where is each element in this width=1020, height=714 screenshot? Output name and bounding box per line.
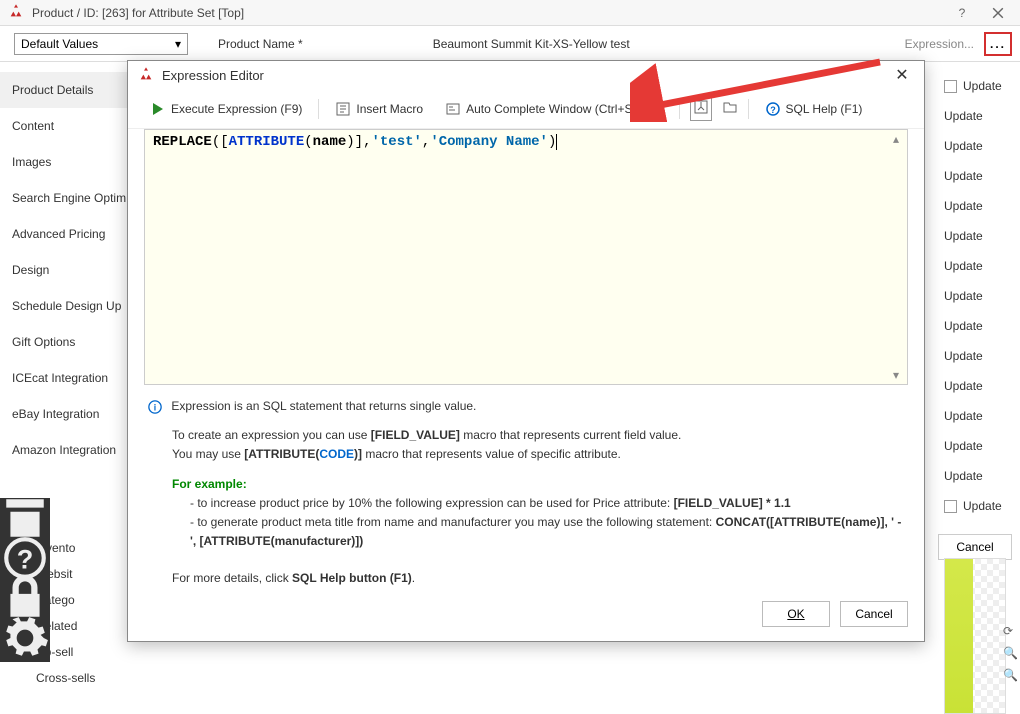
dialog-title: Expression Editor <box>162 68 882 83</box>
close-button[interactable] <box>984 3 1012 23</box>
sidebar-item-images[interactable]: Images <box>0 144 129 180</box>
scroll-down-icon[interactable]: ▾ <box>893 368 905 382</box>
separator <box>318 99 319 119</box>
top-row: Default Values ▾ Product Name * Beaumont… <box>0 26 1020 62</box>
sidebar-item-seo[interactable]: Search Engine Optim <box>0 180 129 216</box>
auto-complete-button[interactable]: Auto Complete Window (Ctrl+Space) <box>439 97 668 121</box>
update-row[interactable]: Update <box>938 132 1012 160</box>
checkbox[interactable] <box>944 80 957 93</box>
cancel-button[interactable]: Cancel <box>938 534 1012 560</box>
help-button[interactable]: ? <box>948 3 976 23</box>
dropdown-label: Default Values <box>21 37 98 51</box>
app-logo-icon <box>8 3 24 22</box>
help-text: i Expression is an SQL statement that re… <box>128 385 924 589</box>
svg-text:i: i <box>154 402 156 412</box>
window-title: Product / ID: [263] for Attribute Set [T… <box>32 6 940 20</box>
update-row[interactable]: Update <box>938 282 1012 310</box>
separator <box>679 99 680 119</box>
update-column: Update Update Update Update Update Updat… <box>938 72 1012 560</box>
sidebar-item-advanced-pricing[interactable]: Advanced Pricing <box>0 216 129 252</box>
insert-macro-button[interactable]: Insert Macro <box>329 97 429 121</box>
dialog-titlebar: Expression Editor ✕ <box>128 61 924 89</box>
editor-line: REPLACE([ATTRIBUTE(name)],'test','Compan… <box>145 130 907 154</box>
expression-placeholder: Expression... <box>905 37 974 51</box>
info-icon: i <box>148 400 162 414</box>
sidebar-item-ebay[interactable]: eBay Integration <box>0 396 129 432</box>
left-rail: ? <box>0 498 50 662</box>
update-row[interactable]: Update <box>938 312 1012 340</box>
zoom-tools: ⟳ 🔍 🔍 <box>1003 624 1018 682</box>
sidebar-item-content[interactable]: Content <box>0 108 129 144</box>
cancel-button[interactable]: Cancel <box>840 601 908 627</box>
tab-crosssell[interactable]: Cross-sells <box>36 669 95 687</box>
update-row[interactable]: Update <box>938 492 1012 520</box>
product-thumbnail <box>944 558 1006 714</box>
expression-editor-dialog: Expression Editor ✕ Execute Expression (… <box>127 60 925 642</box>
values-dropdown[interactable]: Default Values ▾ <box>14 33 188 55</box>
zoom-out-icon[interactable]: 🔍 <box>1003 668 1018 682</box>
update-row[interactable]: Update <box>938 462 1012 490</box>
product-image <box>945 559 973 713</box>
execute-button[interactable]: Execute Expression (F9) <box>144 97 308 121</box>
app-logo-icon <box>138 66 154 85</box>
update-row[interactable]: Update <box>938 372 1012 400</box>
chevron-down-icon: ▾ <box>175 37 181 51</box>
rotate-icon[interactable]: ⟳ <box>1003 624 1018 638</box>
help-icon[interactable]: ? <box>0 538 50 578</box>
svg-text:?: ? <box>17 543 34 574</box>
close-icon[interactable]: ✕ <box>890 63 914 87</box>
open-folder-icon[interactable] <box>722 99 738 118</box>
product-name-value: Beaumont Summit Kit-XS-Yellow test <box>433 37 905 51</box>
dialog-toolbar: Execute Expression (F9) Insert Macro Aut… <box>128 89 924 129</box>
help-icon: ? <box>765 101 781 117</box>
update-row[interactable]: Update <box>938 252 1012 280</box>
expression-editor[interactable]: REPLACE([ATTRIBUTE(name)],'test','Compan… <box>144 129 908 385</box>
update-row[interactable]: Update <box>938 162 1012 190</box>
expression-open-button[interactable]: ... <box>984 32 1012 56</box>
update-row[interactable]: Update <box>938 222 1012 250</box>
zoom-in-icon[interactable]: 🔍 <box>1003 646 1018 660</box>
update-row[interactable]: Update <box>938 402 1012 430</box>
dialog-buttons: OK Cancel <box>762 601 908 627</box>
play-icon <box>150 101 166 117</box>
update-row[interactable]: Update <box>938 432 1012 460</box>
update-row[interactable]: Update <box>938 102 1012 130</box>
sidebar-item-icecat[interactable]: ICEcat Integration <box>0 360 129 396</box>
product-name-label: Product Name * <box>218 37 303 51</box>
sidebar-item-schedule-design[interactable]: Schedule Design Up <box>0 288 129 324</box>
macro-icon <box>335 101 351 117</box>
archive-icon[interactable] <box>0 498 50 538</box>
sql-help-button[interactable]: ? SQL Help (F1) <box>759 97 869 121</box>
sidebar-item-amazon[interactable]: Amazon Integration <box>0 432 129 468</box>
ok-button[interactable]: OK <box>762 601 830 627</box>
svg-text:?: ? <box>770 105 776 115</box>
save-expression-icon[interactable] <box>690 96 712 121</box>
checkbox[interactable] <box>944 500 957 513</box>
update-row[interactable]: Update <box>938 192 1012 220</box>
separator <box>748 99 749 119</box>
titlebar: Product / ID: [263] for Attribute Set [T… <box>0 0 1020 26</box>
update-row[interactable]: Update <box>938 72 1012 100</box>
auto-complete-icon <box>445 101 461 117</box>
scroll-up-icon[interactable]: ▴ <box>893 132 905 146</box>
sidebar: Product Details Content Images Search En… <box>0 62 130 468</box>
sidebar-item-product-details[interactable]: Product Details <box>0 72 129 108</box>
update-row[interactable]: Update <box>938 342 1012 370</box>
sidebar-item-design[interactable]: Design <box>0 252 129 288</box>
sidebar-item-gift-options[interactable]: Gift Options <box>0 324 129 360</box>
gear-icon[interactable] <box>0 618 50 658</box>
lock-icon[interactable] <box>0 578 50 618</box>
